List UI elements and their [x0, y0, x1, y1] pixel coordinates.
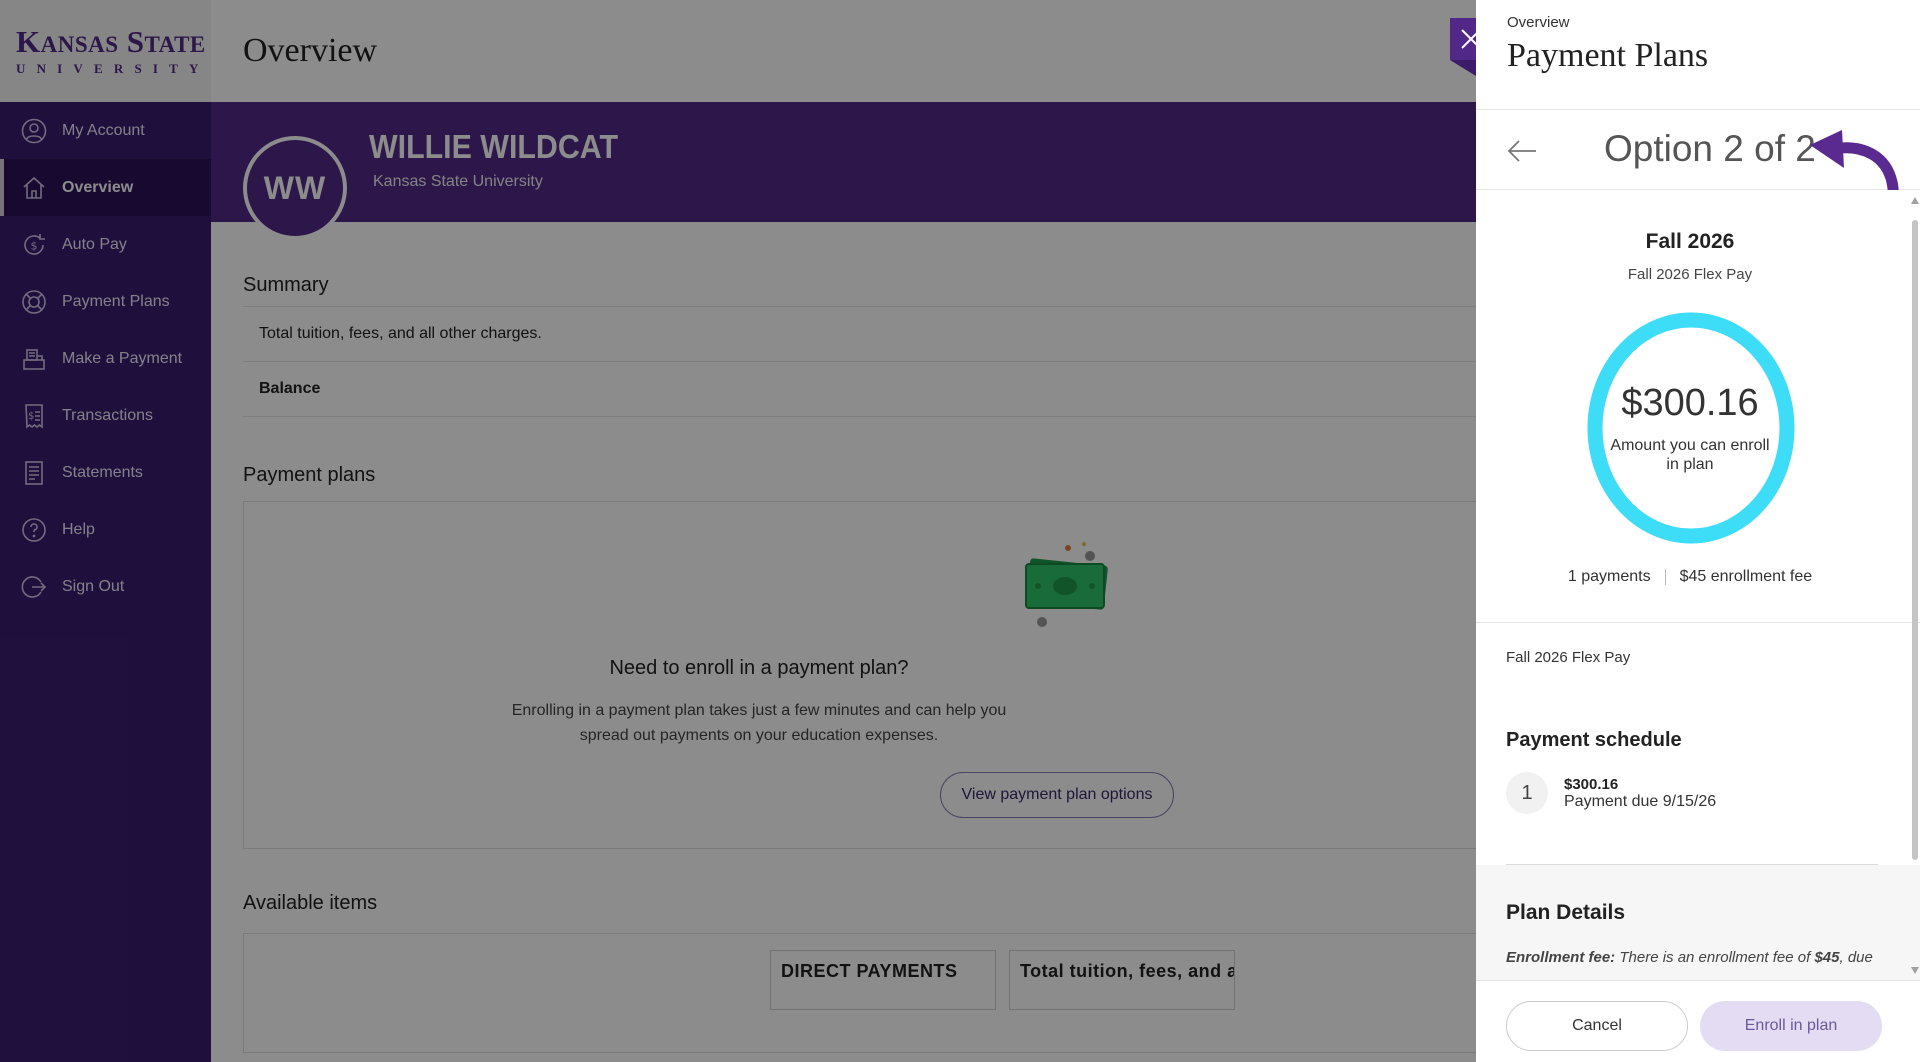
stats-divider: [1664, 568, 1666, 585]
panel-title: Payment Plans: [1507, 37, 1709, 74]
enroll-in-plan-button[interactable]: Enroll in plan: [1700, 1001, 1882, 1051]
payment-due: Payment due 9/15/26: [1564, 792, 1717, 810]
close-tab-fold: [1450, 60, 1476, 76]
panel-scroll-area[interactable]: Fall 2026 Fall 2026 Flex Pay $300.16 Amo…: [1476, 190, 1920, 980]
option-indicator: Option 2 of 2: [1604, 128, 1816, 169]
details-label: Enrollment fee:: [1506, 949, 1616, 966]
details-tail: , due: [1839, 949, 1873, 966]
payment-schedule-title: Payment schedule: [1506, 729, 1682, 751]
panel-header: Overview Payment Plans: [1476, 0, 1920, 110]
scroll-down-arrow-icon[interactable]: [1911, 967, 1919, 974]
enroll-amount: $300.16: [1621, 382, 1759, 424]
plan-stats: 1 payments $45 enrollment fee: [1476, 568, 1904, 586]
schedule-divider: [1506, 864, 1878, 865]
enrollment-fee: $45 enrollment fee: [1679, 568, 1813, 585]
plan-term: Fall 2026: [1645, 230, 1735, 253]
plan-term-subtitle: Fall 2026 Flex Pay: [1627, 266, 1753, 283]
scrollbar-thumb[interactable]: [1912, 220, 1918, 860]
modal-overlay[interactable]: [0, 0, 1476, 1062]
amount-ring: [1587, 312, 1795, 544]
back-arrow-icon[interactable]: [1506, 138, 1538, 169]
payment-amount: $300.16: [1564, 775, 1619, 793]
payments-count: 1 payments: [1567, 568, 1651, 585]
cancel-button[interactable]: Cancel: [1506, 1001, 1688, 1051]
payment-schedule: Payment schedule 1 $300.16 Payment due 9…: [1476, 695, 1920, 865]
details-fee: $45: [1814, 949, 1840, 966]
plan-details-text: Enrollment fee: There is an enrollment f…: [1506, 949, 1890, 966]
plan-details-title: Plan Details: [1506, 901, 1626, 924]
schedule-row: 1 $300.16 Payment due 9/15/26: [1506, 768, 1890, 818]
enroll-amount-label: Amount you can enroll in plan: [1610, 437, 1770, 473]
payment-plans-panel: Overview Payment Plans Option 2 of 2 Fal…: [1476, 0, 1920, 1062]
plan-name: Fall 2026 Flex Pay: [1476, 623, 1920, 695]
plan-details: Plan Details Enrollment fee: There is an…: [1476, 865, 1920, 980]
scroll-up-arrow-icon[interactable]: [1911, 197, 1919, 204]
panel-footer: Cancel Enroll in plan: [1476, 980, 1920, 1062]
details-body: There is an enrollment fee of: [1615, 949, 1815, 966]
plan-summary-card: Fall 2026 Fall 2026 Flex Pay $300.16 Amo…: [1476, 190, 1920, 623]
payment-info: $300.16 Payment due 9/15/26: [1564, 776, 1716, 811]
payment-number: 1: [1506, 772, 1548, 814]
option-navigator: Option 2 of 2: [1476, 110, 1920, 254]
breadcrumb[interactable]: Overview: [1507, 14, 1920, 31]
